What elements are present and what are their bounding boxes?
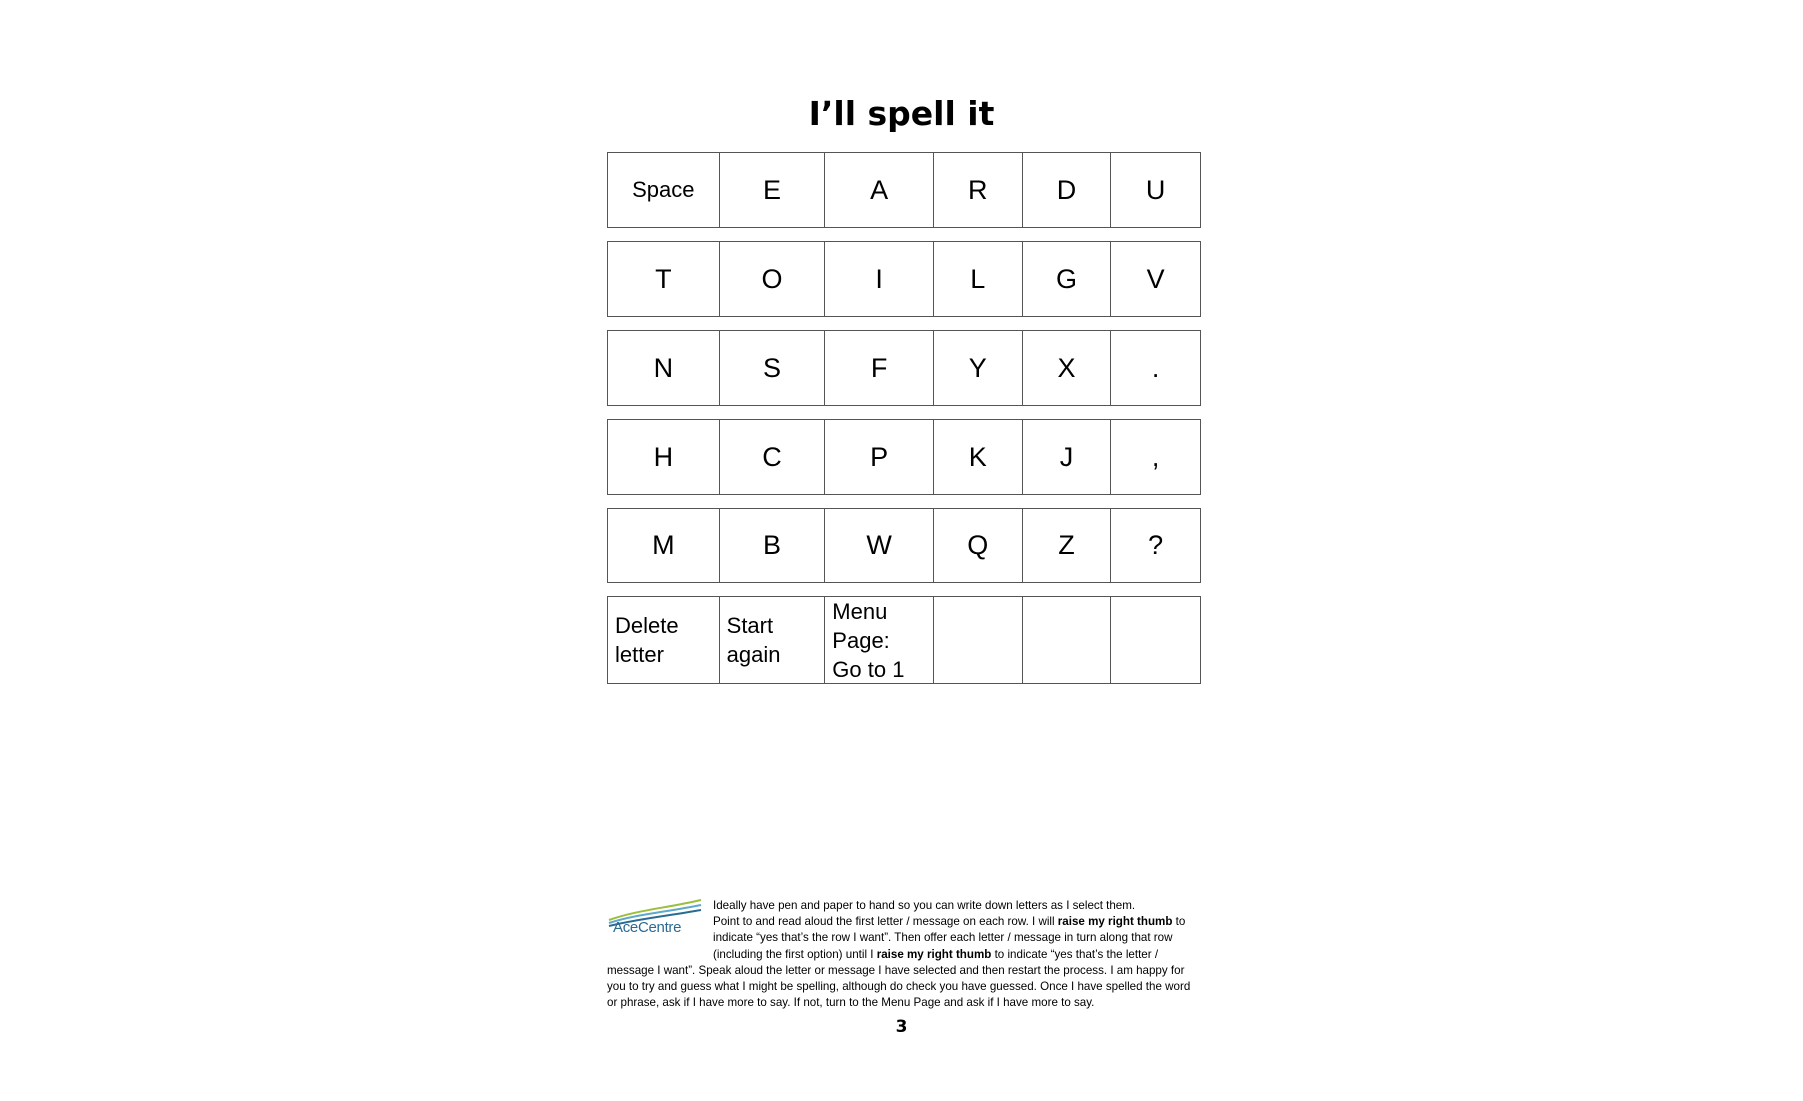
grid-cell: S (720, 331, 826, 405)
grid-cell: P (825, 420, 934, 494)
grid-cell: F (825, 331, 934, 405)
grid-cell-empty (1023, 597, 1112, 683)
logo-text: AceCentre (613, 919, 682, 936)
grid-cell: L (934, 242, 1023, 316)
grid-cell: R (934, 153, 1023, 227)
grid-cell: D (1023, 153, 1112, 227)
grid-row-3: N S F Y X . (607, 330, 1201, 406)
grid-cell: Y (934, 331, 1023, 405)
grid-cell: T (608, 242, 720, 316)
page-title: I’ll spell it (808, 94, 995, 133)
grid-cell: Q (934, 509, 1023, 582)
grid-cell: E (720, 153, 826, 227)
instruction-text: Point to and read aloud the first letter… (713, 915, 1058, 929)
instruction-line-1: Ideally have pen and paper to hand so yo… (713, 899, 1136, 912)
menu-page-cell: Menu Page: Go to 1 (825, 597, 934, 683)
grid-cell: ? (1148, 530, 1164, 560)
grid-cell: J (1023, 420, 1112, 494)
grid-cell-empty (934, 597, 1023, 683)
grid-cell: M (608, 509, 720, 582)
grid-cell: H (608, 420, 720, 494)
grid-cell: . (1151, 352, 1160, 383)
instruction-emphasis: raise my right thumb (1057, 915, 1173, 929)
page-number: 3 (895, 1017, 908, 1037)
grid-cell: O (720, 242, 826, 316)
grid-cell: C (720, 420, 826, 494)
grid-cell: B (720, 509, 826, 582)
grid-cell: Space (608, 153, 720, 227)
grid-row-5: M B W Q Z ? (607, 508, 1201, 583)
grid-cell: V (1146, 263, 1165, 294)
grid-cell: U (1145, 174, 1166, 205)
grid-cell: G (1023, 242, 1112, 316)
grid-cell: A (825, 153, 934, 227)
grid-cell: I (825, 242, 934, 316)
grid-cell: W (825, 509, 934, 582)
grid-cell: K (934, 420, 1023, 494)
instructions: AceCentre Ideally have pen and paper to … (607, 898, 1201, 1011)
document-page: I’ll spell it Space E A R D U T O I L G … (0, 0, 1803, 1101)
grid-cell: Z (1023, 509, 1112, 582)
instruction-emphasis: raise my right thumb (876, 947, 992, 961)
grid-cell: , (1151, 441, 1160, 472)
start-again-cell: Start again (720, 597, 826, 683)
grid-row-4: H C P K J , (607, 419, 1201, 495)
grid-row-1: Space E A R D U (607, 152, 1201, 228)
grid-row-2: T O I L G V (607, 241, 1201, 317)
grid-row-6: Delete letter Start again Menu Page: Go … (607, 596, 1201, 684)
acecentre-logo: AceCentre (607, 898, 703, 948)
grid-cell: N (608, 331, 720, 405)
grid-cell: X (1023, 331, 1112, 405)
grid-cell-empty (1111, 597, 1200, 683)
delete-letter-cell: Delete letter (608, 597, 720, 683)
